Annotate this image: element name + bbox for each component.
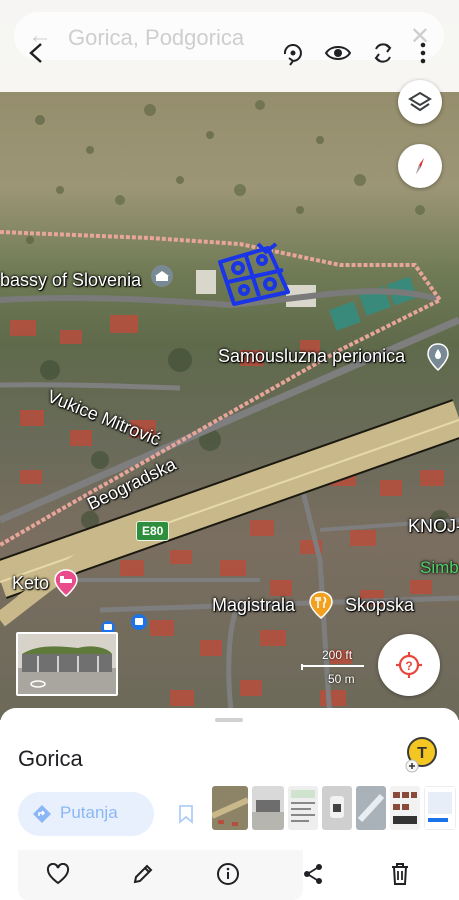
- eye-icon: [324, 46, 352, 60]
- bus-stop-icon[interactable]: [130, 613, 148, 631]
- photo-thumbnail-1[interactable]: [212, 786, 248, 830]
- heart-icon: [46, 863, 70, 885]
- restaurant-pin-icon[interactable]: [308, 590, 334, 620]
- visibility-button[interactable]: [321, 36, 355, 70]
- map-label-magistrala[interactable]: Magistrala: [212, 595, 295, 616]
- photo-thumbnail-7[interactable]: [424, 786, 456, 830]
- avatar-badge-icon: T: [405, 737, 437, 773]
- embassy-pin-icon[interactable]: [150, 264, 174, 290]
- location-help-button[interactable]: ?: [378, 634, 440, 696]
- scale-bar: [301, 664, 364, 670]
- delete-button[interactable]: [380, 854, 420, 894]
- layers-icon: [408, 91, 432, 112]
- place-title: Gorica: [18, 746, 83, 771]
- map-label-skopska: Skopska: [345, 595, 415, 615]
- delete-icon: [392, 863, 408, 885]
- street-view-thumbnail[interactable]: [16, 632, 118, 696]
- directions-icon: [33, 805, 51, 823]
- chevron-left-icon: [29, 43, 42, 63]
- bookmark-icon: [179, 805, 193, 824]
- carwash-pin-icon[interactable]: [426, 342, 450, 372]
- help-location-icon: ?: [396, 652, 422, 678]
- photo-thumbnail-2[interactable]: [252, 786, 284, 830]
- more-vert-icon: [420, 42, 426, 64]
- map-label-embassy[interactable]: bassy of Slovenia: [0, 270, 141, 291]
- back-button[interactable]: [20, 36, 54, 70]
- scale-meters: 50 m: [328, 672, 355, 686]
- map-label-keto[interactable]: Keto: [12, 573, 49, 594]
- edit-button[interactable]: [123, 854, 163, 894]
- save-chip[interactable]: [170, 792, 210, 836]
- layers-button[interactable]: [398, 80, 442, 124]
- hotel-pin-icon[interactable]: [53, 568, 79, 598]
- svg-text:T: T: [417, 745, 427, 762]
- photo-thumbnail-5[interactable]: [356, 786, 386, 830]
- scale-feet: 200 ft: [322, 648, 353, 662]
- more-options-button[interactable]: [406, 36, 440, 70]
- info-button[interactable]: [208, 854, 248, 894]
- rotate-360-button[interactable]: [276, 36, 310, 70]
- map-label-simb[interactable]: Simb: [420, 558, 459, 578]
- directions-label: Putanja: [60, 803, 118, 822]
- share-icon: [304, 864, 322, 884]
- favorite-button[interactable]: [38, 854, 78, 894]
- edit-icon: [133, 864, 153, 884]
- action-bar: [0, 850, 459, 900]
- drag-handle[interactable]: [215, 718, 243, 722]
- sync-icon: [374, 43, 392, 63]
- photo-thumbnail-4[interactable]: [322, 786, 352, 830]
- photo-thumbnail-6[interactable]: [390, 786, 420, 830]
- search-query[interactable]: Gorica, Podgorica: [68, 25, 244, 51]
- map-label-knoj: KNOJ-: [408, 516, 459, 536]
- map-label-carwash[interactable]: Samousluzna perionica: [218, 346, 405, 367]
- compass-button[interactable]: [398, 144, 442, 188]
- svg-text:?: ?: [405, 659, 412, 673]
- info-icon: [217, 863, 239, 885]
- highway-shield: E80: [136, 521, 170, 541]
- share-button[interactable]: [293, 854, 333, 894]
- map-view[interactable]: bassy of Slovenia Samousluzna perionica …: [0, 0, 459, 720]
- directions-button[interactable]: Putanja: [18, 792, 154, 836]
- avatar-badge[interactable]: T: [400, 734, 440, 774]
- photo-thumbnail-3[interactable]: [288, 786, 318, 830]
- sync-button[interactable]: [366, 36, 400, 70]
- compass-icon: [416, 158, 424, 174]
- rotate-360-icon: [283, 44, 302, 66]
